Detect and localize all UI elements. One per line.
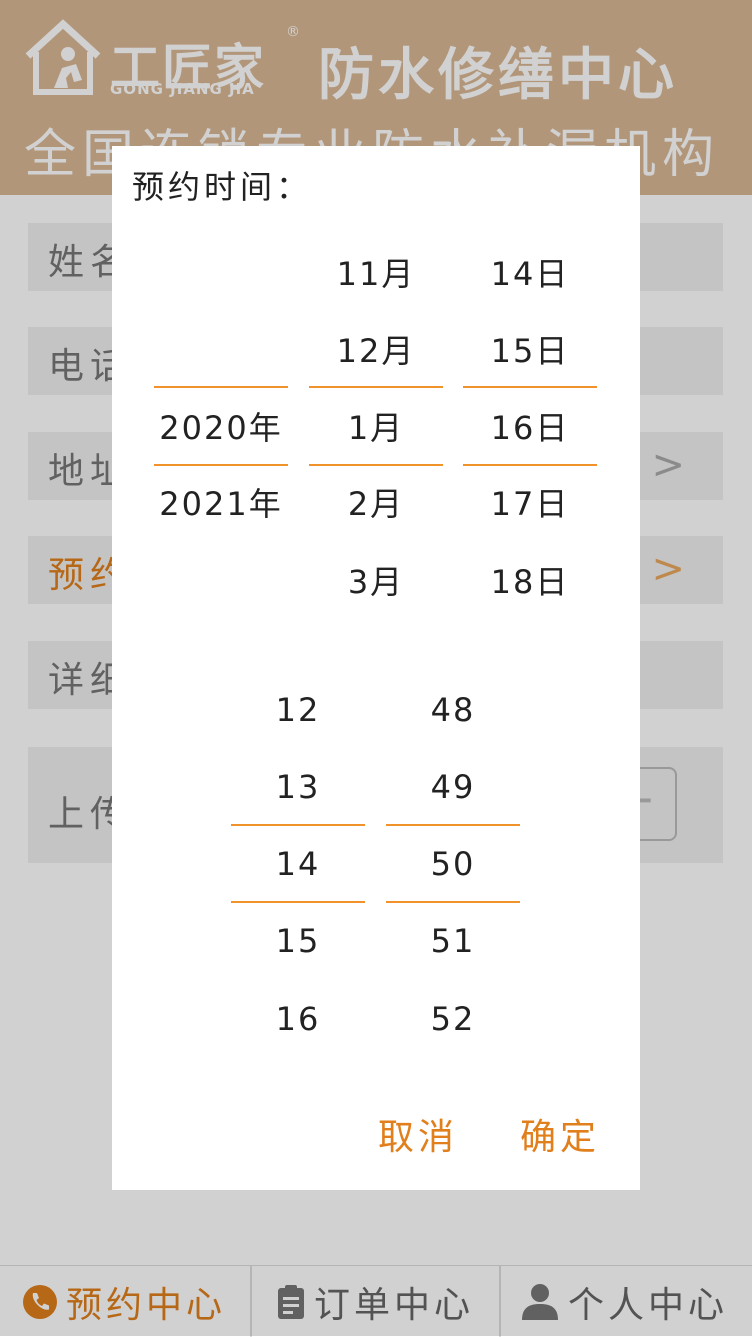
month-option[interactable]: 12月 [309,331,443,371]
hour-option[interactable]: 13 [231,767,365,807]
time-picker-dialog: 预约时间： 2020年 2021年 11月 12月 1月 2月 3月 14日 1… [112,146,640,1190]
selection-line [463,464,597,466]
selection-line [231,824,365,826]
minute-option[interactable]: 48 [386,690,520,730]
day-option[interactable]: 15日 [463,331,597,371]
selection-line [463,386,597,388]
cancel-button[interactable]: 取消 [378,1108,458,1160]
month-option[interactable]: 3月 [309,562,443,602]
month-option[interactable]: 11月 [309,254,443,294]
selection-line [154,386,288,388]
year-option[interactable]: 2020年 [154,408,288,448]
confirm-button[interactable]: 确定 [520,1108,600,1160]
day-option[interactable]: 17日 [463,484,597,524]
hour-option[interactable]: 16 [231,999,365,1039]
year-option[interactable]: 2021年 [154,484,288,524]
hour-option[interactable]: 12 [231,690,365,730]
minute-option[interactable]: 49 [386,767,520,807]
day-option[interactable]: 16日 [463,408,597,448]
dialog-title: 预约时间： [132,168,313,206]
month-option[interactable]: 1月 [309,408,443,448]
selection-line [309,386,443,388]
minute-option[interactable]: 50 [386,844,520,884]
hour-option[interactable]: 15 [231,921,365,961]
selection-line [154,464,288,466]
selection-line [309,464,443,466]
selection-line [386,824,520,826]
minute-option[interactable]: 52 [386,999,520,1039]
day-option[interactable]: 14日 [463,254,597,294]
month-option[interactable]: 2月 [309,484,443,524]
hour-option[interactable]: 14 [231,844,365,884]
minute-option[interactable]: 51 [386,921,520,961]
day-option[interactable]: 18日 [463,562,597,602]
selection-line [231,901,365,903]
selection-line [386,901,520,903]
